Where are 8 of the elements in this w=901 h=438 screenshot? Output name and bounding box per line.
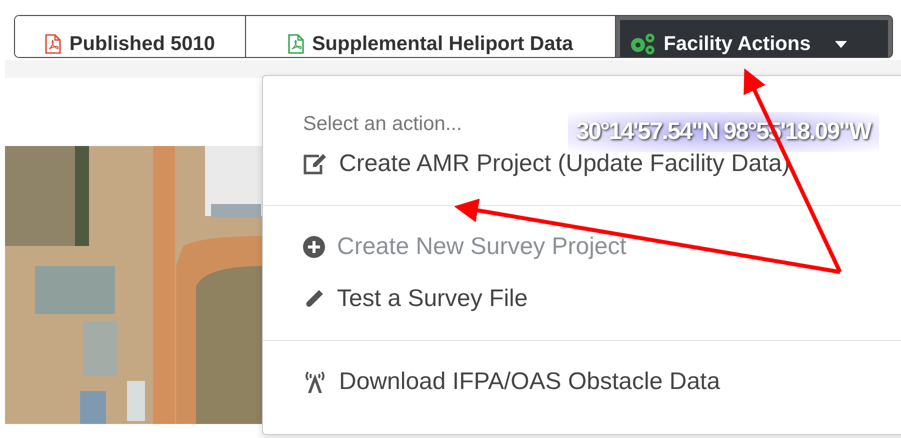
menu-header: Select an action... [303,112,462,137]
menu-item[interactable]: Download IFPA/OAS Obstacle Data [263,356,901,408]
caret-icon [834,40,847,48]
plus-circle-icon [303,236,325,258]
dropdown-button[interactable]: Facility Actions [614,16,892,57]
edit-icon [303,153,327,175]
menu-item[interactable]: Test a Survey File [263,273,901,325]
antenna-icon [303,370,327,394]
